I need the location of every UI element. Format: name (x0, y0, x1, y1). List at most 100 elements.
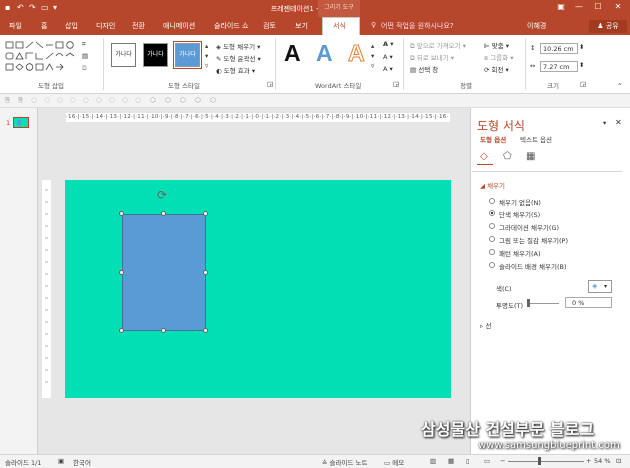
wordart-style-blue[interactable]: A (316, 40, 333, 67)
slideshow-view-icon[interactable]: ▭ (484, 457, 490, 465)
toolbar-icon[interactable]: ◌ (44, 96, 50, 104)
shape-outline-button[interactable]: ✎ 도형 윤곽선 ▾ (216, 53, 261, 63)
tab-insert[interactable]: 삽입 (65, 21, 78, 31)
toolbar-icon[interactable]: ⬡ (195, 96, 201, 104)
zoom-slider-track[interactable] (508, 461, 584, 462)
tab-home[interactable]: 홈 (41, 21, 47, 31)
spellcheck-icon[interactable]: ▣ (58, 457, 64, 465)
pane-close-icon[interactable]: ✕ (615, 118, 622, 127)
toolbar-icon[interactable]: ⎘ (5, 96, 10, 105)
rotate-handle-icon[interactable]: ⟳ (157, 188, 167, 202)
resize-handle[interactable] (203, 328, 208, 333)
effects-pentagon-icon[interactable]: ⬠ (503, 151, 512, 162)
radio-no-fill[interactable] (489, 198, 495, 204)
toolbar-icon[interactable]: ⬡ (180, 96, 186, 104)
height-input[interactable]: 10.26 cm (540, 43, 578, 54)
group-button[interactable]: ⧈ 그룹화 ▾ (484, 52, 514, 63)
toolbar-icon[interactable]: ◌ (70, 96, 76, 104)
ribbon-display-icon[interactable]: ▣ (554, 2, 568, 11)
dialog-launcher-icon[interactable]: ◲ (393, 80, 399, 88)
option-background-fill[interactable]: 슬라이드 배경 채우기(B) (499, 261, 566, 271)
toolbar-icon[interactable]: ◌ (31, 96, 37, 104)
shape-style-white[interactable]: 가나다 (111, 43, 136, 67)
slide-sorter-icon[interactable]: ▦ (448, 457, 454, 465)
resize-handle[interactable] (203, 270, 208, 275)
resize-handle[interactable] (161, 211, 166, 216)
resize-handle[interactable] (119, 328, 124, 333)
tab-animations[interactable]: 애니메이션 (163, 21, 195, 31)
toolbar-icon[interactable]: ◌ (122, 96, 128, 104)
line-section-toggle[interactable]: ▹ 선 (480, 320, 491, 330)
tab-format[interactable]: 서식 (333, 21, 346, 31)
zoom-out-icon[interactable]: − (500, 457, 505, 465)
radio-picture-fill[interactable] (489, 236, 495, 242)
tell-me-search[interactable]: 어떤 작업을 원하시나요? (381, 21, 454, 31)
toolbar-icon[interactable]: ◌ (96, 96, 102, 104)
width-spinner-icon[interactable]: ⬍ (579, 61, 584, 69)
slide-thumbnail-1[interactable] (13, 117, 29, 128)
zoom-level[interactable]: 54 % (594, 457, 611, 465)
reading-view-icon[interactable]: ▯ (466, 457, 470, 465)
gallery-scroll-down-icon[interactable]: ▾ (371, 52, 374, 60)
share-button[interactable]: ♟ 공유 (589, 20, 627, 33)
toolbar-icon[interactable]: ⬡ (165, 96, 171, 104)
width-input[interactable]: 7.27 cm (540, 61, 578, 72)
radio-solid-fill[interactable] (489, 210, 495, 216)
radio-pattern-fill[interactable] (489, 249, 495, 255)
tab-text-options[interactable]: 텍스트 옵션 (520, 134, 552, 144)
close-icon[interactable]: ✕ (611, 2, 625, 11)
toolbar-icon[interactable]: ◌ (57, 96, 63, 104)
height-spinner-icon[interactable]: ⬍ (579, 43, 584, 51)
rotate-button[interactable]: ⟳ 회전 ▾ (484, 64, 509, 74)
notes-button[interactable]: ≙ 슬라이드 노트 (322, 457, 367, 467)
resize-handle[interactable] (119, 270, 124, 275)
fill-section-toggle[interactable]: ◢ 채우기 (480, 180, 505, 190)
send-backward-button[interactable]: ⧉ 뒤로 보내기 ▾ (410, 52, 454, 63)
pane-options-icon[interactable]: ▾ (603, 119, 606, 127)
text-box-icon[interactable]: ▤ (82, 52, 88, 60)
resize-handle[interactable] (161, 328, 166, 333)
radio-background-fill[interactable] (489, 262, 495, 268)
tab-design[interactable]: 디자인 (96, 21, 115, 31)
gallery-scroll-down-icon[interactable]: ▾ (205, 52, 208, 60)
collapse-ribbon-icon[interactable]: ⌃ (617, 82, 622, 90)
gallery-more-icon[interactable]: ▿ (371, 62, 374, 70)
transparency-slider-thumb[interactable] (527, 299, 530, 307)
text-effects-icon[interactable]: A ▾ (383, 65, 393, 73)
shape-style-black[interactable]: 가나다 (143, 43, 168, 67)
option-solid-fill[interactable]: 단색 채우기(S) (499, 209, 540, 219)
maximize-icon[interactable]: ☐ (591, 2, 605, 11)
zoom-in-icon[interactable]: + (586, 457, 591, 465)
shape-effects-button[interactable]: ◐ 도형 효과 ▾ (216, 65, 255, 75)
wordart-style-black[interactable]: A (284, 40, 301, 67)
align-button[interactable]: ⊫ 맞춤 ▾ (484, 40, 509, 50)
dialog-launcher-icon[interactable]: ◲ (267, 80, 273, 88)
bring-forward-button[interactable]: ⧉ 앞으로 가져오기 ▾ (410, 40, 466, 51)
tab-view[interactable]: 보기 (295, 21, 308, 31)
shape-style-blue[interactable]: 가나다 (173, 41, 202, 69)
text-outline-icon[interactable]: A ▾ (383, 53, 393, 61)
tab-slideshow[interactable]: 슬라이드 쇼 (214, 21, 248, 31)
toolbar-icon[interactable]: ◌ (109, 96, 115, 104)
toolbar-icon[interactable]: ⬡ (150, 96, 156, 104)
tab-file[interactable]: 파일 (9, 21, 22, 31)
normal-view-icon[interactable]: ▥ (430, 457, 436, 465)
language-status[interactable]: 한국어 (73, 457, 91, 467)
toolbar-icon[interactable]: ⎘ (18, 96, 23, 105)
toolbar-icon[interactable]: ◌ (83, 96, 89, 104)
toolbar-icon[interactable]: ⬡ (210, 96, 216, 104)
option-pattern-fill[interactable]: 패턴 채우기(A) (499, 248, 541, 258)
gallery-more-icon[interactable]: ▿ (205, 62, 208, 70)
tab-shape-options[interactable]: 도형 옵션 (480, 134, 506, 144)
text-fill-icon[interactable]: A ▾ (383, 40, 394, 48)
shape-fill-button[interactable]: ◈ 도형 채우기 ▾ (216, 41, 260, 51)
tab-transitions[interactable]: 전환 (132, 21, 145, 31)
fit-slide-icon[interactable]: ⊡ (616, 457, 621, 465)
gallery-scroll-up-icon[interactable]: ▴ (205, 42, 208, 50)
transparency-slider-track[interactable] (527, 303, 559, 304)
selected-rectangle-shape[interactable] (122, 214, 206, 331)
option-no-fill[interactable]: 채우기 없음(N) (499, 197, 541, 207)
option-gradient-fill[interactable]: 그라데이션 채우기(G) (499, 222, 559, 232)
fill-line-icon[interactable]: ◇ (480, 151, 488, 162)
selection-pane-button[interactable]: ▤ 선택 창 (410, 64, 438, 74)
